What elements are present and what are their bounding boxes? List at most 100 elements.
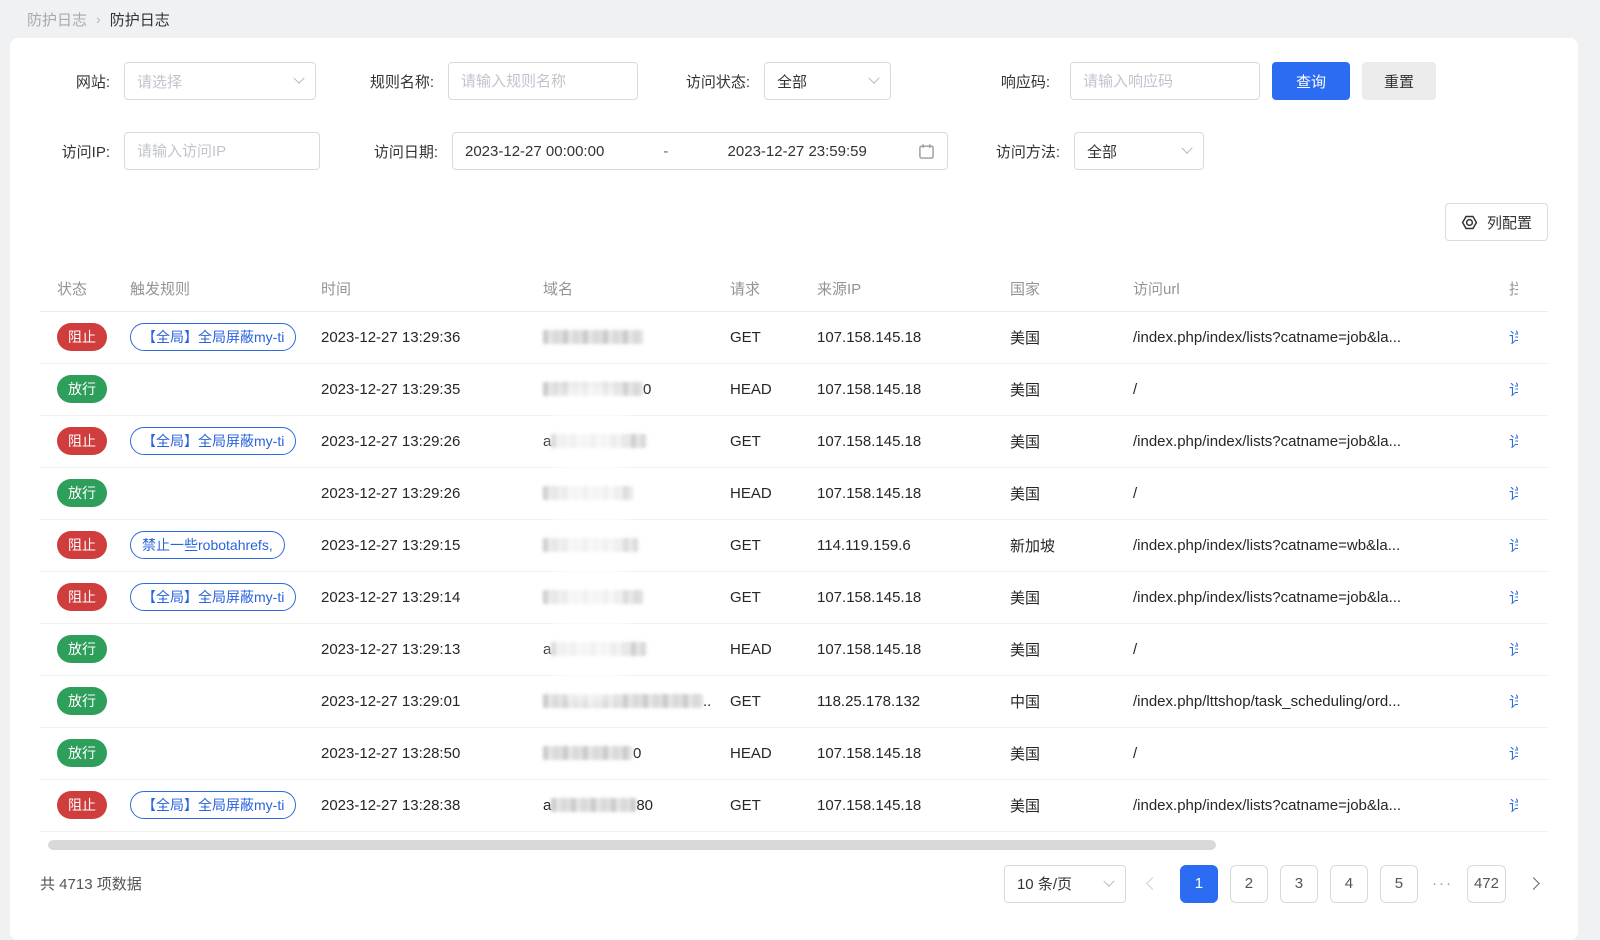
page-button-3[interactable]: 3 <box>1279 864 1318 903</box>
domain-suffix: .. <box>703 692 712 710</box>
time-cell: 2023-12-27 13:29:14 <box>304 571 526 624</box>
page-ellipsis[interactable]: ··· <box>1430 875 1455 892</box>
page-button-5[interactable]: 5 <box>1379 864 1418 903</box>
domain-cell: 0 <box>526 727 713 780</box>
chevron-down-icon <box>868 72 880 84</box>
rule-name-input[interactable] <box>448 62 638 100</box>
time-cell: 2023-12-27 13:29:26 <box>304 415 526 468</box>
detail-link[interactable]: 详情 <box>1509 691 1518 712</box>
detail-cell: 详情 <box>1492 467 1548 520</box>
date-range-separator: - <box>663 142 669 160</box>
status-badge: 阻止 <box>57 531 107 559</box>
rule-cell <box>113 467 304 520</box>
access-method-select[interactable]: 全部 <box>1074 132 1204 170</box>
settings-nut-icon <box>1461 215 1478 229</box>
detail-link[interactable]: 详情 <box>1509 587 1518 608</box>
table-toolbar: 列配置 <box>40 203 1548 241</box>
detail-link[interactable]: 详情 <box>1509 743 1518 764</box>
time-cell: 2023-12-27 13:29:35 <box>304 363 526 416</box>
domain-censored-blur <box>543 589 643 604</box>
horizontal-scrollbar-thumb[interactable] <box>48 839 1216 850</box>
table-row: 放行 2023-12-27 13:28:50 0 HEAD 107.158.14… <box>40 727 1548 780</box>
time-cell: 2023-12-27 13:29:36 <box>304 311 526 364</box>
domain-cell: a <box>526 623 713 676</box>
table-row: 阻止 禁止一些robotahrefs, 2023-12-27 13:29:15 … <box>40 519 1548 572</box>
url-cell: /index.php/lttshop/task_scheduling/ord..… <box>1116 675 1492 728</box>
page-button-4[interactable]: 4 <box>1329 864 1368 903</box>
country-cell: 美国 <box>993 363 1116 416</box>
method-cell: GET <box>713 415 800 468</box>
detail-link[interactable]: 详情 <box>1509 483 1518 504</box>
col-method: 请求 <box>713 267 800 312</box>
response-code-label: 响应码: <box>1000 73 1050 91</box>
status-cell: 阻止 <box>40 311 113 364</box>
date-range-end[interactable]: 2023-12-27 23:59:59 <box>728 143 867 160</box>
url-cell: / <box>1116 727 1492 780</box>
rule-cell <box>113 675 304 728</box>
country-cell: 美国 <box>993 571 1116 624</box>
rule-name-label: 规则名称: <box>369 73 434 91</box>
column-config-button[interactable]: 列配置 <box>1444 203 1548 241</box>
reset-button[interactable]: 重置 <box>1362 62 1436 100</box>
country-cell: 美国 <box>993 779 1116 832</box>
ip-cell: 118.25.178.132 <box>800 675 993 728</box>
rule-pill[interactable]: 【全局】全局屏蔽my-ti <box>130 427 297 455</box>
access-ip-input[interactable] <box>124 132 320 170</box>
domain-cell <box>526 311 713 364</box>
status-badge: 阻止 <box>57 427 107 455</box>
rule-pill[interactable]: 禁止一些robotahrefs, <box>130 531 285 559</box>
prev-page-button[interactable] <box>1138 865 1168 903</box>
url-cell: /index.php/index/lists?catname=job&la... <box>1116 571 1492 624</box>
status-badge: 放行 <box>57 375 107 403</box>
domain-cell <box>526 467 713 520</box>
breadcrumb-parent[interactable]: 防护日志 <box>27 9 87 30</box>
site-select[interactable]: 请选择 <box>124 62 316 100</box>
chevron-down-icon <box>1181 142 1193 154</box>
page-button-2[interactable]: 2 <box>1229 864 1268 903</box>
detail-link[interactable]: 详情 <box>1509 431 1518 452</box>
status-cell: 阻止 <box>40 779 113 832</box>
content-card: 网站: 请选择 规则名称: 访问状态: 全部 响应码: 查询 重置 访问IP: … <box>10 38 1578 940</box>
time-cell: 2023-12-27 13:29:15 <box>304 519 526 572</box>
pagination: 10 条/页 1 2 3 4 5 ··· 472 <box>1003 864 1548 903</box>
site-select-value: 请选择 <box>137 73 183 91</box>
search-button[interactable]: 查询 <box>1272 62 1350 100</box>
detail-link[interactable]: 详情 <box>1509 535 1518 556</box>
date-range-picker[interactable]: 2023-12-27 00:00:00 - 2023-12-27 23:59:5… <box>452 132 948 170</box>
country-cell: 美国 <box>993 727 1116 780</box>
rule-pill[interactable]: 【全局】全局屏蔽my-ti <box>130 791 297 819</box>
detail-cell: 详情 <box>1492 363 1548 416</box>
date-range-start[interactable]: 2023-12-27 00:00:00 <box>465 143 604 160</box>
rule-pill[interactable]: 【全局】全局屏蔽my-ti <box>130 583 297 611</box>
rule-pill[interactable]: 【全局】全局屏蔽my-ti <box>130 323 297 351</box>
country-cell: 美国 <box>993 311 1116 364</box>
col-time: 时间 <box>304 267 526 312</box>
calendar-icon[interactable] <box>918 143 935 160</box>
detail-link[interactable]: 详情 <box>1509 639 1518 660</box>
table-row: 放行 2023-12-27 13:29:26 HEAD 107.158.145.… <box>40 467 1548 520</box>
access-status-select[interactable]: 全部 <box>764 62 891 100</box>
ip-cell: 107.158.145.18 <box>800 467 993 520</box>
breadcrumb: 防护日志 › 防护日志 <box>0 0 1600 38</box>
access-ip-label: 访问IP: <box>61 143 110 161</box>
domain-suffix: 80 <box>636 796 654 814</box>
domain-censored-blur <box>543 485 633 500</box>
col-country: 国家 <box>993 267 1116 312</box>
detail-link[interactable]: 详情 <box>1509 327 1518 348</box>
detail-link[interactable]: 详情 <box>1509 795 1518 816</box>
page-size-value: 10 条/页 <box>1016 876 1072 893</box>
ip-cell: 107.158.145.18 <box>800 779 993 832</box>
log-table-wrap: 状态 触发规则 时间 域名 请求 来源IP 国家 访问url 拦截 阻止 【全局… <box>40 267 1548 832</box>
response-code-input[interactable] <box>1070 62 1260 100</box>
detail-link[interactable]: 详情 <box>1509 379 1518 400</box>
detail-cell: 详情 <box>1492 311 1548 364</box>
detail-cell: 详情 <box>1492 727 1548 780</box>
next-page-button[interactable] <box>1518 865 1548 903</box>
table-row: 放行 2023-12-27 13:29:13 a HEAD 107.158.14… <box>40 623 1548 676</box>
domain-censored-blur <box>543 745 633 760</box>
page-button-1[interactable]: 1 <box>1179 864 1218 903</box>
time-cell: 2023-12-27 13:28:50 <box>304 727 526 780</box>
access-status-label: 访问状态: <box>685 73 750 91</box>
page-size-select[interactable]: 10 条/页 <box>1003 864 1126 903</box>
page-button-last[interactable]: 472 <box>1466 864 1506 903</box>
